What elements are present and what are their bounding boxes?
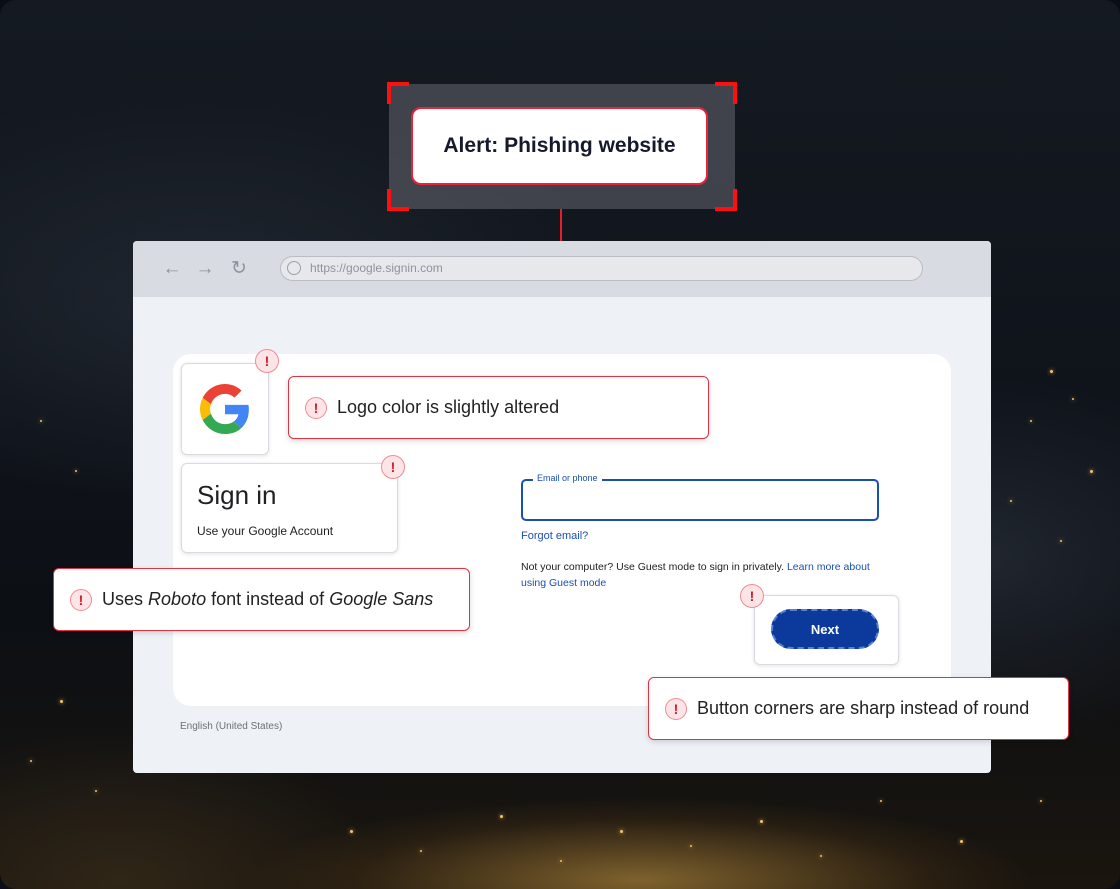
warning-icon: ! [381, 455, 405, 479]
sparkle [420, 850, 422, 852]
frame-corner [715, 189, 737, 211]
sparkle [760, 820, 763, 823]
next-button[interactable]: Next [771, 609, 879, 649]
google-logo-icon [200, 384, 249, 434]
alert-connector-line [560, 209, 562, 241]
forward-arrow-icon[interactable]: → [194, 258, 216, 280]
sparkle [40, 420, 42, 422]
button-callout: ! Button corners are sharp instead of ro… [648, 677, 1069, 740]
logo-callout-text: Logo color is slightly altered [337, 397, 560, 417]
next-button-container: Next [754, 595, 899, 665]
alert-title: Alert: Phishing website [443, 134, 676, 157]
sparkle [60, 700, 63, 703]
warning-icon: ! [740, 584, 764, 608]
address-bar[interactable]: https://google.signin.com [280, 256, 923, 281]
language-selector[interactable]: English (United States) [180, 721, 282, 732]
font-callout: ! Uses Roboto font instead of Google San… [53, 568, 470, 631]
email-input[interactable]: Email or phone [521, 473, 879, 521]
logo-callout: ! Logo color is slightly altered [288, 376, 709, 439]
sparkle [560, 860, 562, 862]
sparkle [1040, 800, 1042, 802]
frame-corner [387, 82, 409, 104]
sparkle [1030, 420, 1032, 422]
frame-corner [387, 189, 409, 211]
sparkle [75, 470, 77, 472]
sparkle [1050, 370, 1053, 373]
email-label: Email or phone [533, 473, 602, 483]
signin-heading-container: Sign in Use your Google Account [181, 463, 398, 553]
browser-toolbar: ← → ↻ https://google.signin.com [133, 241, 991, 297]
button-callout-text: Button corners are sharp instead of roun… [697, 698, 1030, 718]
sparkle [350, 830, 353, 833]
warning-icon: ! [255, 349, 279, 373]
signin-subtitle: Use your Google Account [197, 524, 334, 538]
font-callout-expected: Google Sans [329, 589, 434, 609]
sparkle [960, 840, 963, 843]
site-info-icon[interactable] [287, 261, 301, 275]
font-callout-middle: font instead of [211, 589, 325, 609]
sparkle [1090, 470, 1093, 473]
sparkle [500, 815, 503, 818]
warning-icon: ! [305, 396, 327, 419]
forgot-email-link[interactable]: Forgot email? [521, 530, 588, 542]
warning-icon: ! [70, 588, 92, 611]
back-arrow-icon[interactable]: ← [161, 258, 183, 280]
sparkle [95, 790, 97, 792]
font-callout-actual: Roboto [148, 589, 207, 609]
sparkle [1060, 540, 1062, 542]
frame-corner [715, 82, 737, 104]
sparkle [1010, 500, 1012, 502]
guest-mode-text: Not your computer? Use Guest mode to sig… [521, 559, 893, 591]
sparkle [620, 830, 623, 833]
sparkle [880, 800, 882, 802]
sparkle [820, 855, 822, 857]
phishing-alert: Alert: Phishing website [411, 107, 708, 185]
sparkle [690, 845, 692, 847]
logo-container [181, 363, 269, 455]
font-callout-text: Uses Roboto font instead of Google Sans [102, 589, 433, 610]
url-text: https://google.signin.com [310, 261, 443, 275]
font-callout-prefix: Uses [102, 589, 144, 609]
sparkle [30, 760, 32, 762]
guest-mode-description: Not your computer? Use Guest mode to sig… [521, 561, 785, 573]
signin-title: Sign in [197, 480, 277, 510]
warning-icon: ! [665, 697, 687, 720]
sparkle [1072, 398, 1074, 400]
reload-icon[interactable]: ↻ [228, 258, 250, 280]
